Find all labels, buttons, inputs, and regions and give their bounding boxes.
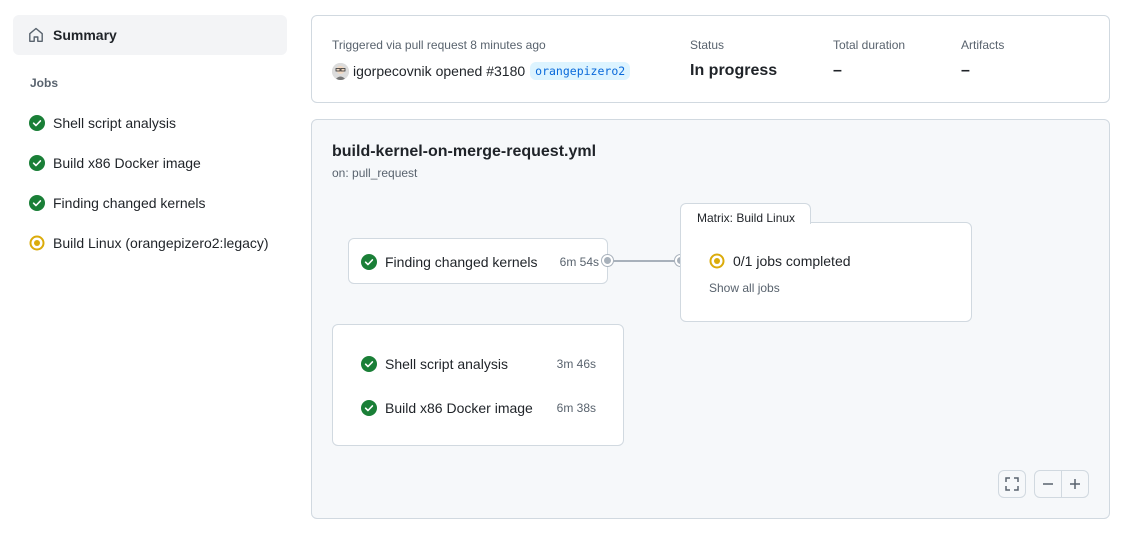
status-label: Status bbox=[690, 38, 725, 52]
success-check-icon bbox=[29, 155, 45, 171]
job-row-shell-script-analysis[interactable]: Shell script analysis 3m 46s bbox=[361, 355, 596, 373]
success-check-icon bbox=[29, 195, 45, 211]
fullscreen-button[interactable] bbox=[998, 470, 1026, 498]
workflow-graph-panel: build-kernel-on-merge-request.yml on: pu… bbox=[311, 119, 1110, 519]
job-duration: 6m 38s bbox=[556, 401, 596, 415]
sidebar-job-build-linux[interactable]: Build Linux (orangepizero2:legacy) bbox=[13, 227, 287, 259]
artifacts-value: – bbox=[961, 62, 970, 79]
workflow-file-name[interactable]: build-kernel-on-merge-request.yml bbox=[332, 143, 596, 161]
fullscreen-icon bbox=[1005, 477, 1019, 491]
zoom-in-button[interactable] bbox=[1061, 470, 1089, 498]
sidebar-job-label: Build Linux (orangepizero2:legacy) bbox=[53, 235, 269, 251]
job-name: Build x86 Docker image bbox=[385, 400, 533, 416]
workflow-trigger-event: on: pull_request bbox=[332, 166, 418, 180]
trigger-actor-row: igorpecovnik opened #3180 orangepizero2 bbox=[332, 62, 631, 80]
success-check-icon bbox=[29, 115, 45, 131]
actor-name[interactable]: igorpecovnik bbox=[353, 63, 432, 79]
summary-label: Summary bbox=[53, 27, 117, 43]
sidebar-job-shell-script-analysis[interactable]: Shell script analysis bbox=[13, 107, 287, 139]
success-check-icon bbox=[361, 356, 377, 372]
run-trigger-card: Triggered via pull request 8 minutes ago… bbox=[311, 15, 1110, 103]
sidebar-job-finding-changed-kernels[interactable]: Finding changed kernels bbox=[13, 187, 287, 219]
job-row[interactable]: Finding changed kernels 6m 54s bbox=[361, 253, 599, 271]
home-icon bbox=[28, 27, 44, 43]
duration-value: – bbox=[833, 62, 842, 79]
graph-connector-dot bbox=[602, 255, 613, 266]
in-progress-icon bbox=[29, 235, 45, 251]
sidebar: Summary Jobs Shell script analysis Build… bbox=[0, 0, 300, 533]
matrix-progress-text: 0/1 jobs completed bbox=[733, 253, 851, 269]
job-name: Finding changed kernels bbox=[385, 254, 538, 270]
job-name: Shell script analysis bbox=[385, 356, 508, 372]
in-progress-icon bbox=[709, 253, 725, 269]
success-check-icon bbox=[361, 254, 377, 270]
avatar[interactable] bbox=[332, 62, 349, 80]
artifacts-label: Artifacts bbox=[961, 38, 1005, 52]
show-all-jobs-button[interactable]: Show all jobs bbox=[709, 281, 780, 295]
minus-icon bbox=[1041, 477, 1055, 491]
matrix-tab-build-linux: Matrix: Build Linux bbox=[680, 203, 811, 225]
jobs-heading: Jobs bbox=[30, 76, 59, 90]
job-group-node: Shell script analysis 3m 46s Build x86 D… bbox=[332, 324, 624, 446]
duration-label: Total duration bbox=[833, 38, 906, 52]
trigger-label: Triggered via pull request 8 minutes ago bbox=[332, 38, 546, 52]
zoom-out-button[interactable] bbox=[1034, 470, 1062, 498]
job-node-finding-changed-kernels[interactable]: Finding changed kernels 6m 54s bbox=[348, 238, 608, 284]
matrix-progress-row: 0/1 jobs completed bbox=[709, 253, 851, 269]
job-row-build-x86-docker-image[interactable]: Build x86 Docker image 6m 38s bbox=[361, 399, 596, 417]
sidebar-summary-link[interactable]: Summary bbox=[13, 15, 287, 55]
pull-request-link[interactable]: opened #3180 bbox=[436, 63, 526, 79]
job-duration: 6m 54s bbox=[559, 255, 599, 269]
success-check-icon bbox=[361, 400, 377, 416]
status-value: In progress bbox=[690, 62, 778, 79]
branch-label[interactable]: orangepizero2 bbox=[530, 62, 631, 80]
matrix-node-build-linux[interactable]: 0/1 jobs completed Show all jobs bbox=[680, 222, 972, 322]
graph-connector-line bbox=[612, 260, 680, 262]
plus-icon bbox=[1068, 477, 1082, 491]
sidebar-job-build-x86-docker-image[interactable]: Build x86 Docker image bbox=[13, 147, 287, 179]
sidebar-job-label: Shell script analysis bbox=[53, 115, 176, 131]
job-duration: 3m 46s bbox=[556, 357, 596, 371]
sidebar-job-label: Build x86 Docker image bbox=[53, 155, 201, 171]
sidebar-job-label: Finding changed kernels bbox=[53, 195, 206, 211]
